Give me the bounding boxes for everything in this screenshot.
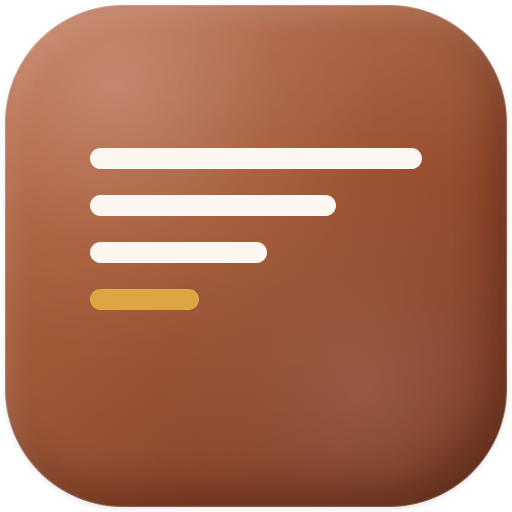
document-lines-app-icon (5, 5, 507, 507)
accent-line (90, 289, 199, 310)
icon-stage (0, 0, 512, 512)
text-line-1 (90, 148, 422, 169)
text-line-3 (90, 242, 267, 263)
text-line-2 (90, 195, 336, 216)
